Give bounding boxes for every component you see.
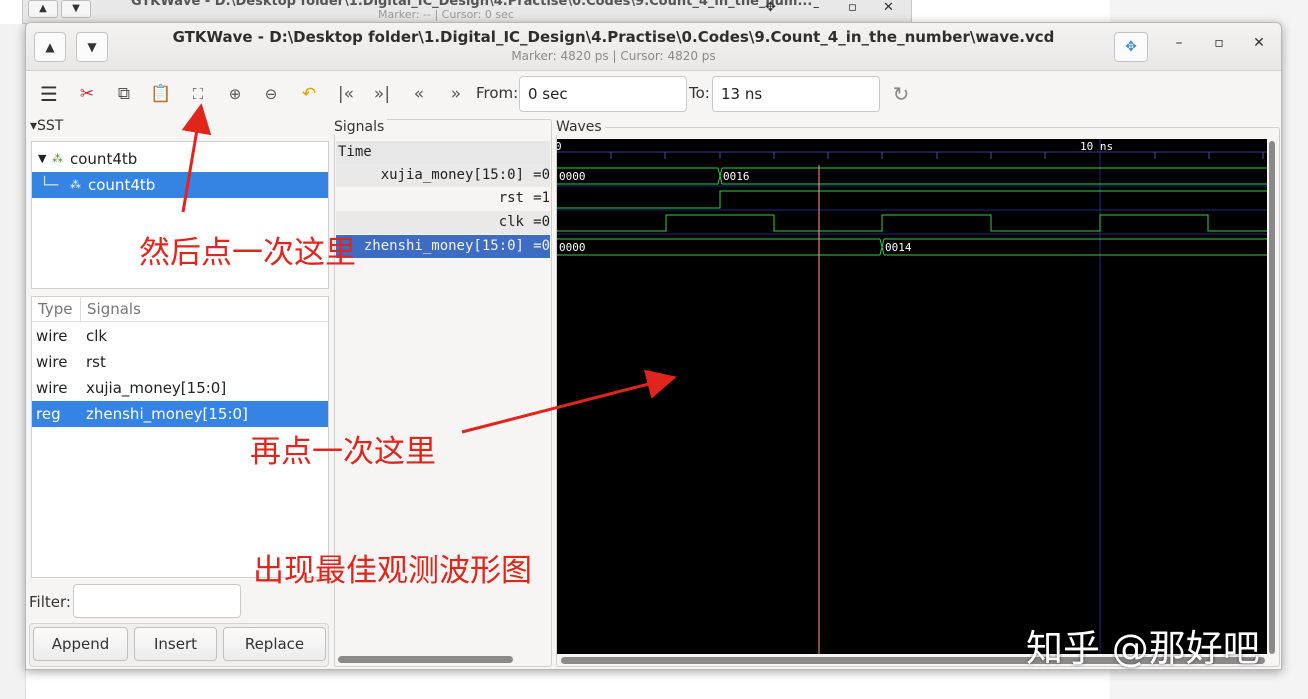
annotation-arrows	[181, 103, 677, 434]
annotation-note-1: 然后点一次这里	[139, 235, 356, 271]
annotation-note-2: 再点一次这里	[250, 434, 436, 470]
arrow-to-zoom-fit	[181, 103, 212, 213]
zhihu-watermark: 知乎 @那好吧	[1026, 627, 1260, 670]
annotation-note-3: 出现最佳观测波形图	[253, 553, 532, 589]
arrow-to-waves	[461, 369, 677, 434]
